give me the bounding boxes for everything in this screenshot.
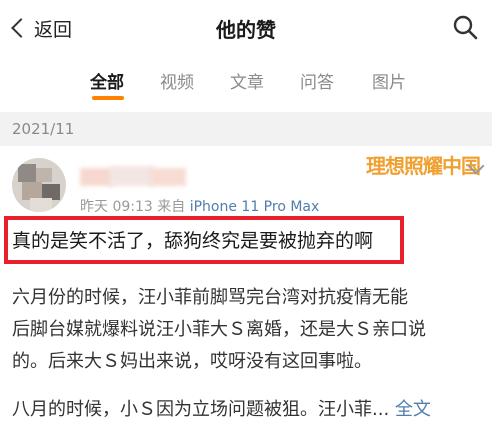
- full-text-link[interactable]: 全文: [395, 399, 431, 420]
- back-label: 返回: [34, 18, 73, 41]
- back-button[interactable]: 返回: [8, 12, 72, 44]
- post-meta: 昨天 09:13 来自 iPhone 11 Pro Max: [80, 196, 319, 216]
- date-label: 2021/11: [12, 120, 75, 138]
- tab-all[interactable]: 全部: [90, 68, 124, 93]
- search-icon[interactable]: [452, 14, 478, 40]
- tab-bar: 全部 视频 文章 问答 图片: [0, 56, 492, 106]
- watermark-text: 理想照耀中国: [366, 154, 481, 178]
- paragraph-line: 的。后来大Ｓ妈出来说，哎呀没有这回事啦。: [12, 351, 372, 372]
- highlighted-text: 真的是笑不活了，舔狗终究是要被抛弃的啊: [12, 230, 374, 252]
- paragraph-line: 六月份的时候，汪小菲前脚骂完台湾对抗疫情无能: [12, 287, 408, 308]
- post-paragraph-1: 六月份的时候，汪小菲前脚骂完台湾对抗疫情无能 后脚台媒就爆料说汪小菲大Ｓ离婚，还…: [12, 282, 482, 378]
- tab-video[interactable]: 视频: [160, 68, 194, 93]
- active-tab-indicator: [92, 96, 124, 100]
- chevron-left-icon: [11, 18, 31, 38]
- post-source-prefix: 来自: [157, 199, 186, 215]
- tab-qa[interactable]: 问答: [300, 68, 334, 93]
- date-section-header: 2021/11: [0, 112, 492, 146]
- paragraph-text: 八月的时候，小Ｓ因为立场问题被狙。汪小菲...: [12, 399, 390, 420]
- username-blurred[interactable]: [80, 164, 186, 190]
- avatar[interactable]: [12, 158, 66, 212]
- post-paragraph-2: 八月的时候，小Ｓ因为立场问题被狙。汪小菲... 全文: [12, 394, 482, 426]
- top-bar: 返回 他的赞: [0, 0, 492, 56]
- tab-images[interactable]: 图片: [372, 68, 406, 93]
- post-time: 昨天 09:13: [80, 199, 153, 215]
- post-device[interactable]: iPhone 11 Pro Max: [190, 199, 320, 215]
- tab-article[interactable]: 文章: [230, 68, 264, 93]
- page-title: 他的赞: [216, 18, 276, 42]
- paragraph-line: 后脚台媒就爆料说汪小菲大Ｓ离婚，还是大Ｓ亲口说: [12, 319, 426, 340]
